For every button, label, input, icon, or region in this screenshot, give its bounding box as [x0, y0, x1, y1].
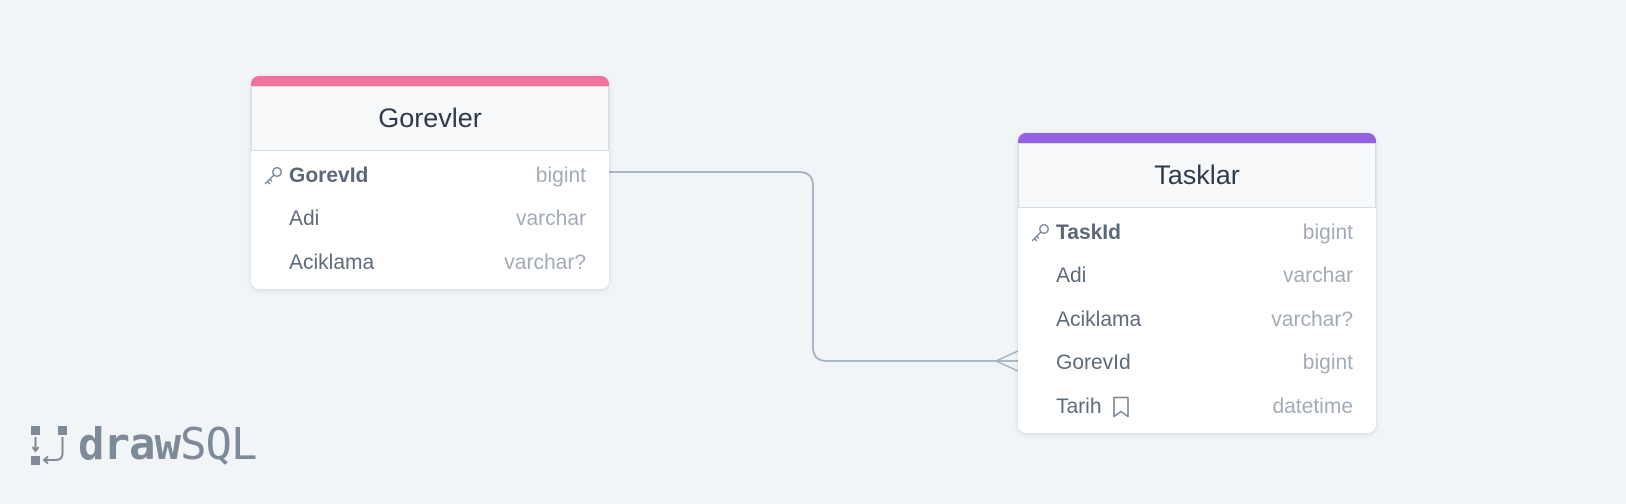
drawsql-logo-icon	[31, 425, 67, 465]
key-icon	[264, 166, 282, 184]
column-name: Adi	[289, 207, 320, 231]
column-name: Aciklama	[289, 250, 375, 274]
drawsql-logo: draw SQL	[31, 419, 257, 470]
column-type: varchar?	[1271, 307, 1353, 331]
column-type: bigint	[535, 163, 586, 187]
table-accent-bar	[1018, 133, 1376, 143]
table-title[interactable]: Gorevler	[251, 86, 609, 151]
column-row[interactable]: Tarih datetime	[1018, 385, 1376, 429]
column-name: GorevId	[1056, 351, 1131, 375]
column-row[interactable]: Aciklama varchar?	[251, 241, 609, 285]
column-row[interactable]: TaskId bigint	[1018, 211, 1376, 255]
column-type: varchar	[1282, 264, 1353, 288]
column-type: bigint	[1302, 220, 1353, 244]
table-tasklar[interactable]: Tasklar TaskId bigint Adi varchar Acikla…	[1018, 133, 1376, 433]
column-row[interactable]: GorevId bigint	[1018, 342, 1376, 386]
column-name: TaskId	[1056, 220, 1121, 244]
logo-text-sql: SQL	[179, 419, 257, 470]
column-type: datetime	[1272, 394, 1353, 418]
key-icon	[1031, 223, 1049, 241]
column-name: Tarih	[1056, 394, 1102, 418]
relationship-line[interactable]	[609, 171, 1018, 362]
table-title[interactable]: Tasklar	[1018, 143, 1376, 208]
logo-text-draw: draw	[78, 419, 181, 470]
column-type: varchar	[515, 207, 586, 231]
column-name: GorevId	[289, 163, 369, 187]
table-accent-bar	[251, 76, 609, 86]
column-row[interactable]: GorevId bigint	[251, 154, 609, 198]
column-row[interactable]: Adi varchar	[251, 198, 609, 242]
column-row[interactable]: Adi varchar	[1018, 255, 1376, 299]
table-gorevler[interactable]: Gorevler GorevId bigint Adi varchar Acik…	[251, 76, 609, 289]
column-type: varchar?	[504, 250, 586, 274]
bookmark-icon[interactable]	[1111, 395, 1131, 419]
column-name-with-note: Tarih	[1056, 395, 1131, 419]
column-row[interactable]: Aciklama varchar?	[1018, 298, 1376, 342]
column-type: bigint	[1302, 351, 1353, 375]
column-name: Adi	[1056, 264, 1087, 288]
column-name: Aciklama	[1056, 307, 1142, 331]
